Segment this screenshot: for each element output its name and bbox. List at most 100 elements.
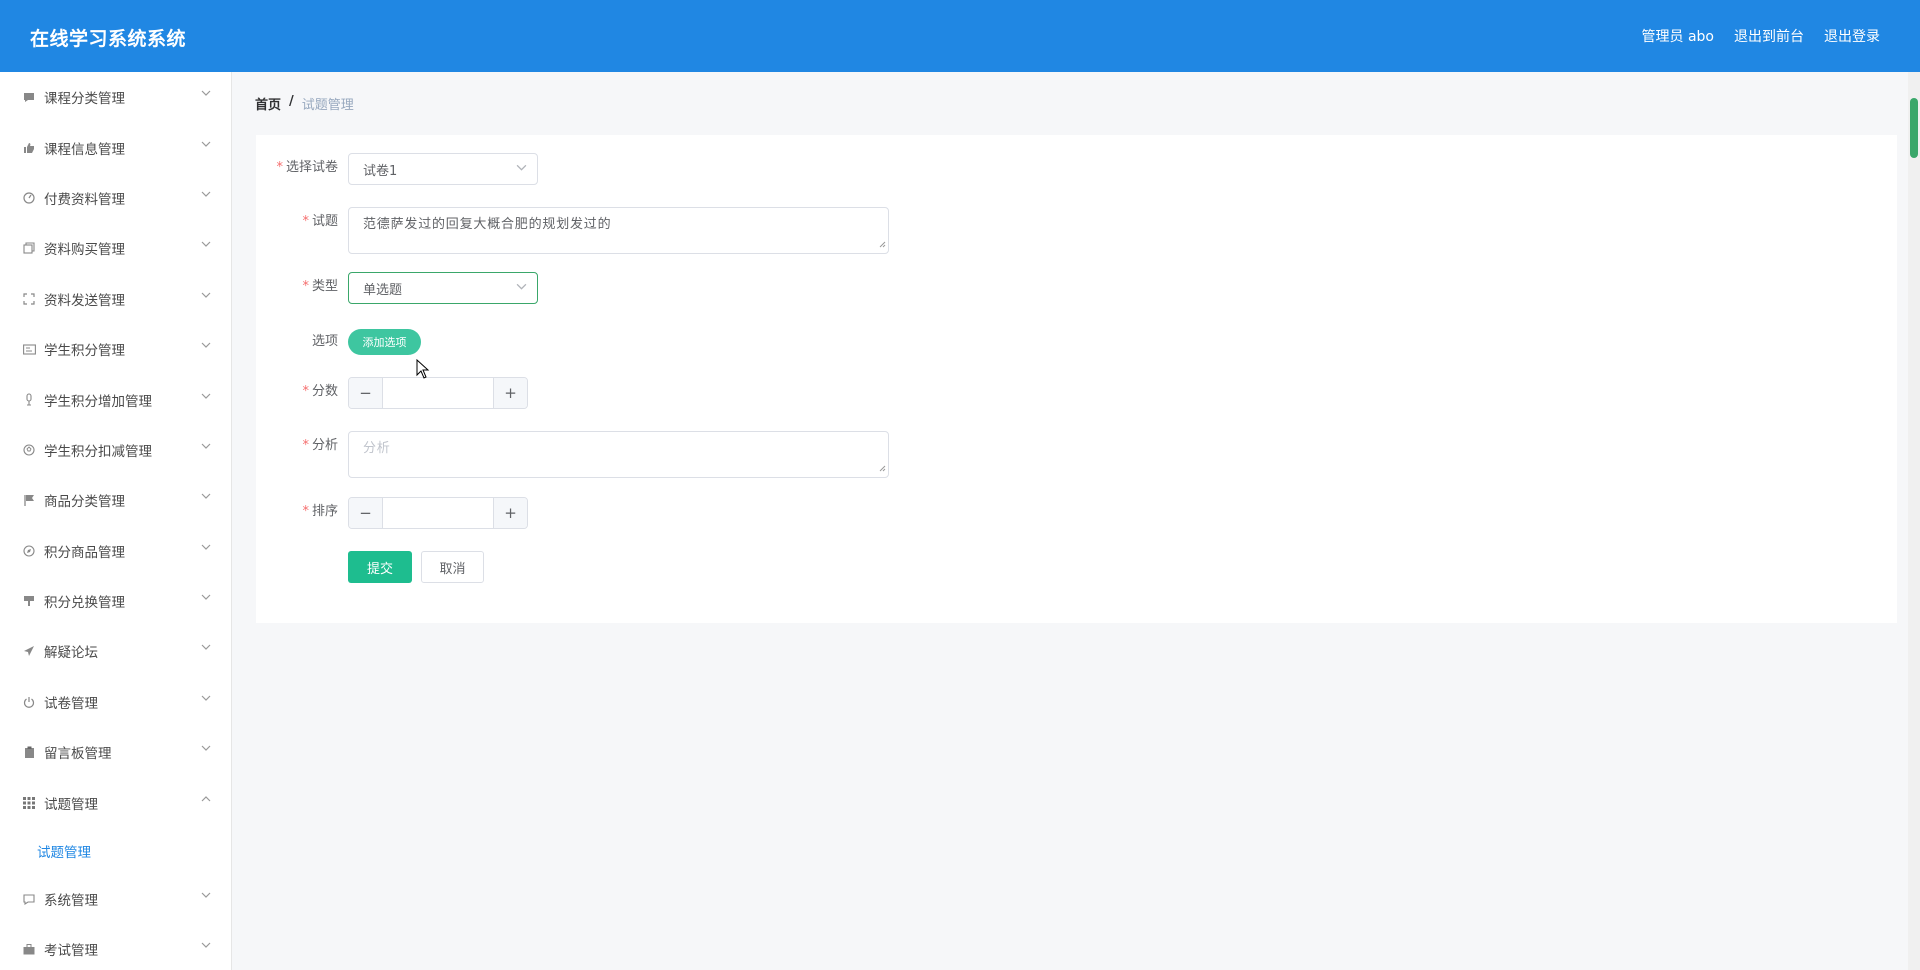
order-row: * 排序 − + — [256, 497, 528, 529]
sidebar-item-label: 学生积分增加管理 — [44, 393, 152, 410]
score-row: * 分数 − + — [256, 377, 528, 409]
chevron-up-icon — [201, 794, 211, 804]
logout-link[interactable]: 退出登录 — [1824, 26, 1880, 46]
sidebar-item-label: 考试管理 — [44, 943, 98, 960]
type-select[interactable]: 单选题 — [348, 272, 538, 304]
sidebar-item-system[interactable]: 系统管理 — [0, 874, 231, 924]
sidebar-item-points-deduct[interactable]: 学生积分扣减管理 — [0, 425, 231, 475]
compass-icon — [22, 544, 36, 558]
sidebar-item-goods-category[interactable]: 商品分类管理 — [0, 475, 231, 525]
paper-plane-icon — [22, 644, 36, 658]
sidebar: 课程分类管理 课程信息管理 付费资料管理 资料购买管理 资料发送管理 学生积分管… — [0, 72, 232, 970]
sidebar-subitem-question-manage[interactable]: 试题管理 — [0, 828, 231, 874]
grid-icon — [22, 796, 36, 810]
sidebar-item-question[interactable]: 试题管理 — [0, 777, 231, 827]
score-label: * 分数 — [256, 377, 348, 407]
sidebar-item-label: 积分兑换管理 — [44, 595, 125, 612]
chevron-down-icon — [201, 491, 211, 501]
required-mark: * — [302, 214, 309, 229]
paint-brush-icon — [22, 594, 36, 608]
analysis-textarea[interactable]: 分析 — [348, 431, 889, 478]
sidebar-item-label: 学生积分扣减管理 — [44, 443, 152, 460]
chevron-down-icon — [201, 88, 211, 98]
sidebar-item-label: 付费资料管理 — [44, 191, 125, 208]
paper-select[interactable]: 试卷1 — [348, 153, 538, 185]
chevron-down-icon — [201, 693, 211, 703]
chevron-down-icon — [201, 290, 211, 300]
type-label: * 类型 — [256, 272, 348, 302]
sidebar-item-points-increase[interactable]: 学生积分增加管理 — [0, 374, 231, 424]
score-stepper: − + — [348, 377, 528, 409]
order-decrement-button[interactable]: − — [349, 498, 383, 528]
paper-label-text: 选择试卷 — [285, 160, 338, 175]
thumbs-up-icon — [22, 141, 36, 155]
mouse-pointer-icon — [416, 358, 430, 383]
sidebar-item-label: 留言板管理 — [44, 746, 112, 763]
type-label-text: 类型 — [311, 279, 338, 294]
add-option-button[interactable]: 添加选项 — [348, 329, 421, 355]
clipboard-icon — [22, 745, 36, 759]
chevron-down-icon — [201, 139, 211, 149]
order-input[interactable] — [383, 498, 493, 528]
chevron-down-icon — [516, 162, 527, 176]
breadcrumb-home[interactable]: 首页 — [255, 94, 281, 113]
breadcrumb-current: 试题管理 — [301, 98, 354, 113]
sidebar-item-label: 课程分类管理 — [44, 91, 125, 108]
question-row: * 试题 范德萨发过的回复大概合肥的规划发过的 — [256, 207, 889, 254]
paper-select-value: 试卷1 — [363, 163, 398, 179]
page-scrollbar-thumb[interactable] — [1910, 98, 1918, 158]
sidebar-item-message-board[interactable]: 留言板管理 — [0, 727, 231, 777]
score-label-text: 分数 — [311, 384, 338, 399]
score-increment-button[interactable]: + — [493, 378, 527, 408]
submit-button[interactable]: 提交 — [348, 551, 412, 583]
type-select-value: 单选题 — [363, 282, 403, 298]
chevron-down-icon — [201, 592, 211, 602]
score-input[interactable] — [383, 378, 493, 408]
breadcrumb-separator: / — [289, 94, 294, 109]
chevron-down-icon — [201, 890, 211, 900]
top-nav: 管理员 abo 退出到前台 退出登录 — [1642, 26, 1880, 46]
sidebar-item-label: 解疑论坛 — [44, 645, 98, 662]
sidebar-item-course-category[interactable]: 课程分类管理 — [0, 72, 231, 122]
order-label: * 排序 — [256, 497, 348, 527]
sidebar-item-label: 资料购买管理 — [44, 242, 125, 259]
cancel-button[interactable]: 取消 — [421, 551, 484, 583]
power-icon — [22, 695, 36, 709]
chevron-down-icon — [201, 340, 211, 350]
sidebar-item-points-exchange[interactable]: 积分兑换管理 — [0, 576, 231, 626]
message-icon — [22, 892, 36, 906]
chevron-down-icon — [201, 391, 211, 401]
required-mark: * — [302, 279, 309, 294]
dashboard-icon — [22, 191, 36, 205]
question-label: * 试题 — [256, 207, 348, 237]
admin-label: 管理员 abo — [1641, 29, 1714, 45]
sidebar-item-paid-material[interactable]: 付费资料管理 — [0, 173, 231, 223]
question-textarea[interactable]: 范德萨发过的回复大概合肥的规划发过的 — [348, 207, 889, 254]
soccer-ball-icon — [22, 443, 36, 457]
sidebar-item-student-points[interactable]: 学生积分管理 — [0, 324, 231, 374]
chevron-down-icon — [201, 542, 211, 552]
question-textarea-value: 范德萨发过的回复大概合肥的规划发过的 — [363, 217, 612, 232]
sidebar-item-label: 课程信息管理 — [44, 141, 125, 158]
briefcase-icon — [22, 942, 36, 956]
score-decrement-button[interactable]: − — [349, 378, 383, 408]
options-label: 选项 — [311, 334, 338, 349]
sidebar-item-material-purchase[interactable]: 资料购买管理 — [0, 223, 231, 273]
breadcrumb: 首页 / 试题管理 — [255, 94, 354, 113]
sidebar-item-exam[interactable]: 考试管理 — [0, 924, 231, 970]
sidebar-item-material-send[interactable]: 资料发送管理 — [0, 274, 231, 324]
resize-handle-icon[interactable] — [878, 240, 886, 251]
microphone-icon — [22, 393, 36, 407]
question-label-text: 试题 — [311, 214, 338, 229]
exit-to-front-link[interactable]: 退出到前台 — [1734, 26, 1804, 46]
options-row: 选项 添加选项 — [256, 327, 421, 357]
sidebar-item-points-goods[interactable]: 积分商品管理 — [0, 526, 231, 576]
sidebar-item-course-info[interactable]: 课程信息管理 — [0, 122, 231, 172]
analysis-label-text: 分析 — [311, 438, 338, 453]
resize-handle-icon[interactable] — [878, 464, 886, 475]
id-card-icon — [22, 342, 36, 356]
sidebar-item-forum[interactable]: 解疑论坛 — [0, 626, 231, 676]
flag-icon — [22, 493, 36, 507]
sidebar-item-exam-paper[interactable]: 试卷管理 — [0, 677, 231, 727]
order-increment-button[interactable]: + — [493, 498, 527, 528]
